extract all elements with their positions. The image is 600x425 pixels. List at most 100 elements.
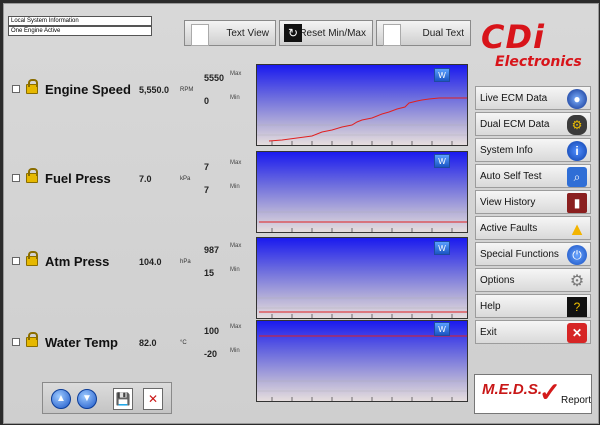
gauge-max: 5550 <box>204 73 225 83</box>
grid <box>257 380 467 392</box>
warning-icon: ▲ <box>568 218 586 239</box>
save-icon[interactable]: 💾 <box>113 388 133 410</box>
max-tag: Max <box>230 243 242 249</box>
bottom-toolbar: ▲ ▼ 💾 ✕ <box>42 382 172 414</box>
magnifier-icon: ⌕ <box>567 167 587 187</box>
gauge-value: 104.0 <box>139 257 162 267</box>
min-tag: Min <box>230 348 240 354</box>
auto-self-test-button[interactable]: Auto Self Test ⌕ <box>475 164 591 188</box>
live-ecm-data-button[interactable]: Live ECM Data ● <box>475 86 591 110</box>
system-info-button[interactable]: System Info i <box>475 138 591 162</box>
chart-settings-button[interactable]: W <box>434 154 450 168</box>
meds-report-button[interactable]: M.E.D.S. ✓ Report <box>474 374 592 414</box>
lock-icon[interactable] <box>26 251 38 266</box>
options-button[interactable]: Options ⚙ <box>475 268 591 292</box>
cdi-logo: CDi Electronics <box>475 18 591 80</box>
button-label: Dual ECM Data <box>480 118 550 130</box>
gauge-label: Fuel Press <box>45 171 111 186</box>
text-view-button[interactable]: Text View <box>184 20 276 46</box>
reset-min-max-button[interactable]: ↻ Reset Min/Max <box>279 20 373 46</box>
scroll-up-button[interactable]: ▲ <box>51 389 71 409</box>
gears-icon: ⚙ <box>569 273 585 290</box>
dual-text-label: Dual Text <box>422 27 464 39</box>
dual-ecm-data-button[interactable]: Dual ECM Data ⚙ <box>475 112 591 136</box>
globe-icon: ● <box>567 89 587 109</box>
lock-icon[interactable] <box>26 332 38 347</box>
gauge-label: Atm Press <box>45 254 110 269</box>
gauge-max: 7 <box>204 162 210 172</box>
system-info-line2: One Engine Active <box>8 26 152 36</box>
chart-settings-button[interactable]: W <box>434 241 450 255</box>
gauge-unit: hPa <box>180 259 191 265</box>
gauge-checkbox[interactable] <box>12 85 20 93</box>
special-functions-button[interactable]: Special Functions ⏻ <box>475 242 591 266</box>
ticks <box>271 397 453 401</box>
max-tag: Max <box>230 71 242 77</box>
engine-speed-series <box>268 97 467 142</box>
gauge-min: -20 <box>204 349 218 359</box>
min-tag: Min <box>230 184 240 190</box>
button-label: Exit <box>480 326 497 338</box>
help-button[interactable]: Help ? <box>475 294 591 318</box>
gauge-min: 7 <box>204 185 210 195</box>
chart-settings-button[interactable]: W <box>434 68 450 82</box>
max-tag: Max <box>230 160 242 166</box>
lock-icon[interactable] <box>26 168 38 183</box>
button-label: Active Faults <box>480 222 538 234</box>
page-icon <box>383 24 401 46</box>
gauge-unit: °C <box>180 340 187 346</box>
checkmark-icon: ✓ <box>539 377 561 407</box>
button-label: View History <box>480 196 536 208</box>
close-icon: ✕ <box>567 323 587 343</box>
gauge-unit: RPM <box>180 87 194 93</box>
gauge-value: 82.0 <box>139 338 157 348</box>
exit-button[interactable]: Exit ✕ <box>475 320 591 344</box>
gauge-checkbox[interactable] <box>12 338 20 346</box>
min-tag: Min <box>230 267 240 273</box>
view-history-button[interactable]: View History ▮ <box>475 190 591 214</box>
grid <box>257 211 467 223</box>
grid <box>257 124 467 136</box>
gauge-min: 0 <box>204 96 210 106</box>
engine-icon: ⚙ <box>567 115 587 135</box>
gauge-label: Engine Speed <box>45 82 131 97</box>
meds-report-label: Report <box>561 395 592 406</box>
chart-settings-button[interactable]: W <box>434 322 450 336</box>
power-icon: ⏻ <box>567 245 587 265</box>
gauge-max: 987 <box>204 245 220 255</box>
meds-logo-text: M.E.D.S. <box>482 381 543 398</box>
dual-text-button[interactable]: Dual Text <box>376 20 471 46</box>
logo-main-text: CDi <box>481 18 546 56</box>
button-label: Help <box>480 300 501 312</box>
text-view-label: Text View <box>226 27 269 39</box>
gauge-unit: kPa <box>180 176 191 182</box>
gauge-label: Water Temp <box>45 335 118 350</box>
gauge-checkbox[interactable] <box>12 174 20 182</box>
ticks <box>271 314 453 318</box>
gauge-value: 5,550.0 <box>139 85 170 95</box>
delete-icon[interactable]: ✕ <box>143 388 163 410</box>
active-faults-button[interactable]: Active Faults ▲ <box>475 216 591 240</box>
lock-icon[interactable] <box>26 79 38 94</box>
system-info-line1: Local System Information <box>8 16 152 26</box>
book-icon: ▮ <box>567 193 587 213</box>
button-label: Special Functions <box>480 248 559 260</box>
button-label: Auto Self Test <box>480 170 542 182</box>
max-tag: Max <box>230 324 242 330</box>
help-icon: ? <box>567 297 587 317</box>
page-icon <box>191 24 209 46</box>
reset-icon: ↻ <box>284 24 302 42</box>
gauge-checkbox[interactable] <box>12 257 20 265</box>
gauge-min: 15 <box>204 268 215 278</box>
gauge-value: 7.0 <box>139 174 152 184</box>
app-window: Local System Information One Engine Acti… <box>3 3 599 424</box>
logo-sub-text: Electronics <box>495 54 582 70</box>
button-label: System Info <box>480 144 533 156</box>
reset-label: Reset Min/Max <box>299 27 366 39</box>
info-icon: i <box>567 141 587 161</box>
ticks <box>271 141 453 145</box>
button-label: Live ECM Data <box>480 92 548 104</box>
scroll-down-button[interactable]: ▼ <box>77 389 97 409</box>
min-tag: Min <box>230 95 240 101</box>
ticks <box>271 228 453 232</box>
